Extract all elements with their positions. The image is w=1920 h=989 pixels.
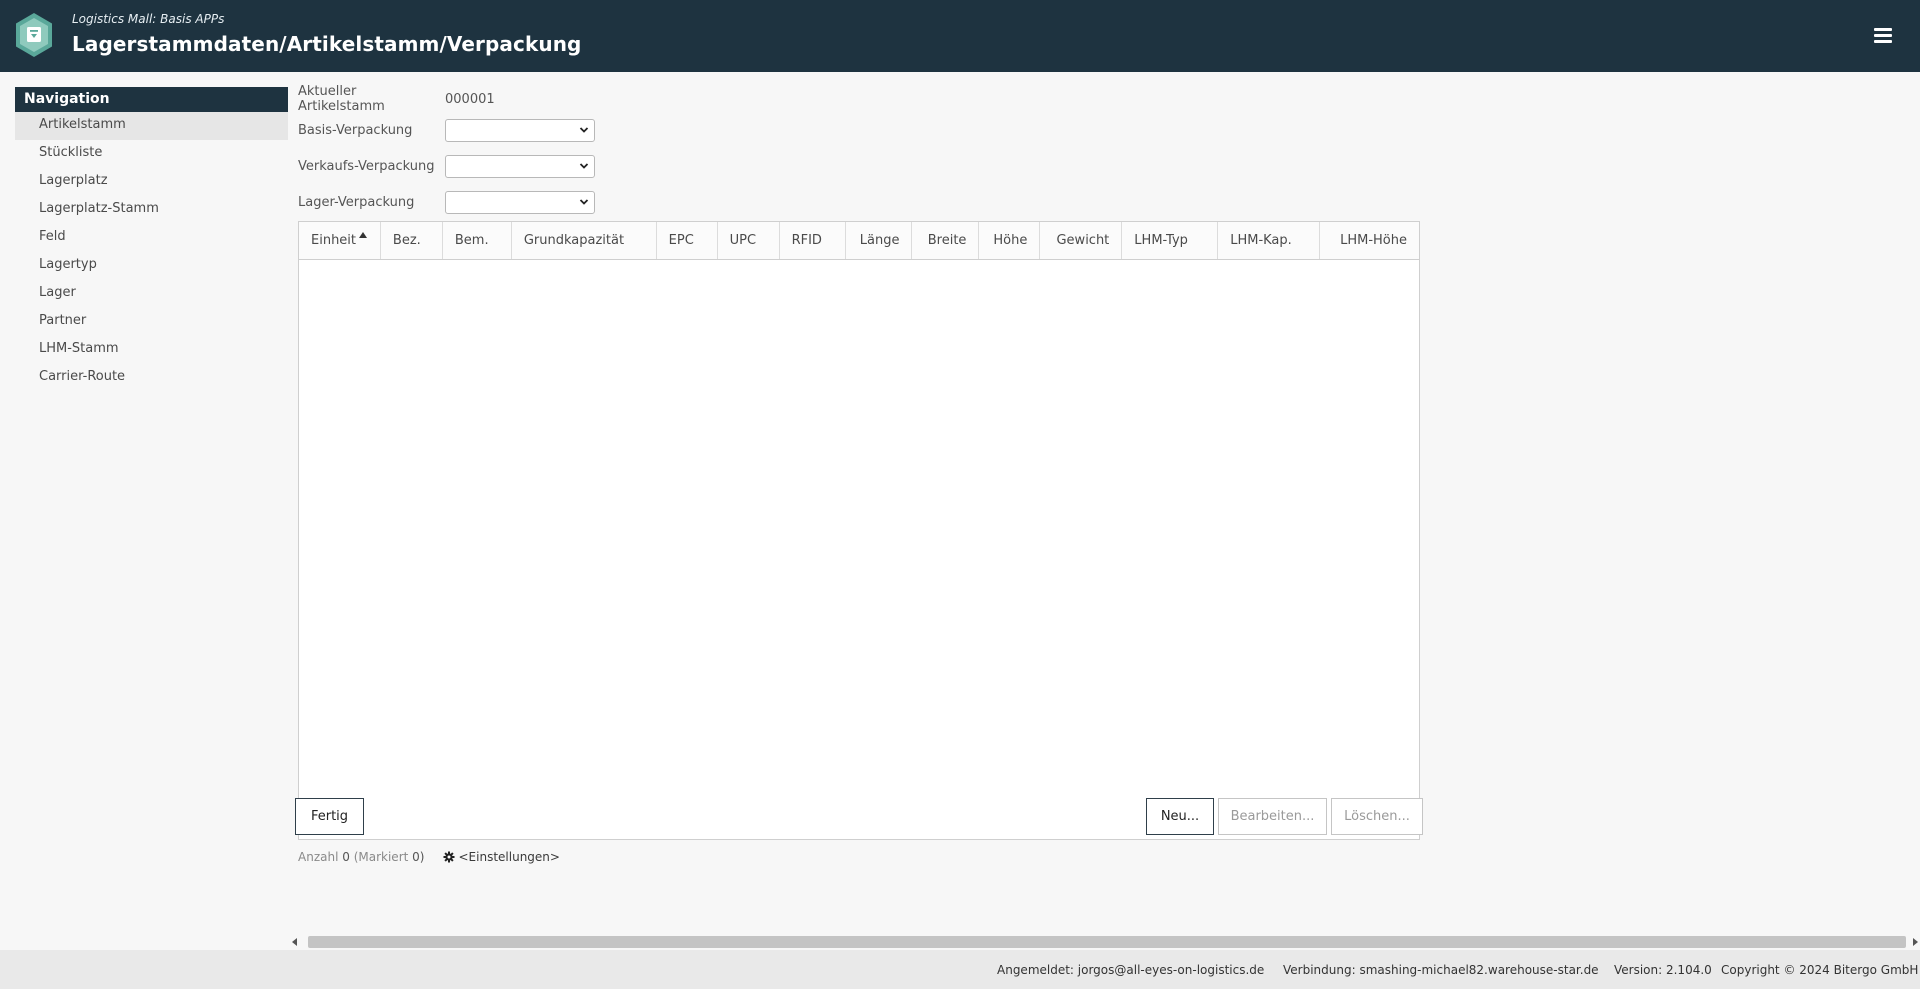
sidebar-item-lhm-stamm[interactable]: LHM-Stamm: [15, 336, 288, 364]
column-header-breite[interactable]: Breite: [912, 222, 980, 259]
horizontal-scrollbar[interactable]: [290, 935, 1920, 949]
column-header-upc[interactable]: UPC: [718, 222, 780, 259]
storage-packaging-label: Lager-Verpackung: [298, 194, 415, 210]
chevron-down-icon: [579, 126, 589, 133]
storage-packaging-select[interactable]: [445, 190, 595, 214]
hexagon-logo-icon: [16, 13, 52, 57]
current-article-label: Aktueller Artikelstamm: [298, 84, 385, 114]
gear-icon: [443, 851, 454, 863]
marked-label: (Markiert: [353, 850, 409, 864]
column-header-bem[interactable]: Bem.: [443, 222, 512, 259]
sidebar-item-lagerplatz[interactable]: Lagerplatz: [15, 168, 288, 196]
sidebar-item-carrier-route[interactable]: Carrier-Route: [15, 364, 288, 392]
column-header-lhm-typ[interactable]: LHM-Typ: [1122, 222, 1219, 259]
storage-packaging-row: Lager-Verpackung: [298, 190, 595, 214]
basis-packaging-label: Basis-Verpackung: [298, 122, 413, 138]
status-user: Angemeldet: jorgos@all-eyes-on-logistics…: [997, 963, 1265, 977]
sidebar-item-partner[interactable]: Partner: [15, 308, 288, 336]
column-header-lhm-kap[interactable]: LHM-Kap.: [1218, 222, 1321, 259]
sales-packaging-label: Verkaufs-Verpackung: [298, 158, 435, 174]
sidebar-item-stueckliste[interactable]: Stückliste: [15, 140, 288, 168]
count-label: Anzahl: [298, 850, 339, 864]
sidebar-item-lagerplatz-stamm[interactable]: Lagerplatz-Stamm: [15, 196, 288, 224]
delete-button[interactable]: Löschen...: [1331, 798, 1423, 835]
page-title: Lagerstammdaten/Artikelstamm/Verpackung: [72, 32, 582, 56]
current-article-value: 000001: [445, 91, 495, 107]
chevron-down-icon: [579, 198, 589, 205]
chevron-down-icon: [579, 162, 589, 169]
new-button[interactable]: Neu...: [1146, 798, 1214, 835]
edit-button[interactable]: Bearbeiten...: [1218, 798, 1327, 835]
sidebar-item-lager[interactable]: Lager: [15, 280, 288, 308]
packaging-table: Einheit Bez. Bem. Grundkapazität EPC UPC…: [298, 221, 1420, 840]
column-header-einheit[interactable]: Einheit: [299, 222, 381, 259]
count-value: 0: [342, 850, 350, 864]
sidebar-item-feld[interactable]: Feld: [15, 224, 288, 252]
settings-label: <Einstellungen>: [458, 850, 560, 864]
sort-ascending-icon: [359, 232, 368, 238]
column-header-lhm-hoehe[interactable]: LHM-Höhe: [1320, 222, 1419, 259]
sidebar-item-artikelstamm[interactable]: Artikelstamm: [15, 112, 288, 140]
table-summary: Anzahl 0 (Markiert 0) <Einstellungen>: [298, 849, 560, 865]
status-connection: Verbindung: smashing-michael82.warehouse…: [1283, 963, 1599, 977]
status-copyright: Copyright © 2024 Bitergo GmbH: [1721, 963, 1919, 977]
column-header-hoehe[interactable]: Höhe: [979, 222, 1041, 259]
sales-packaging-row: Verkaufs-Verpackung: [298, 154, 595, 178]
scrollbar-thumb[interactable]: [308, 936, 1906, 948]
column-header-bez[interactable]: Bez.: [381, 222, 443, 259]
sidebar-item-lagertyp[interactable]: Lagertyp: [15, 252, 288, 280]
settings-link[interactable]: <Einstellungen>: [443, 850, 560, 864]
scroll-right-icon[interactable]: [1913, 938, 1918, 946]
fertig-button[interactable]: Fertig: [295, 798, 364, 835]
status-bar: Angemeldet: jorgos@all-eyes-on-logistics…: [0, 950, 1920, 989]
sales-packaging-select[interactable]: [445, 154, 595, 178]
column-header-gewicht[interactable]: Gewicht: [1040, 222, 1123, 259]
current-article-row: Aktueller Artikelstamm 000001: [298, 84, 495, 114]
app-subtitle: Logistics Mall: Basis APPs: [72, 12, 225, 26]
column-header-laenge[interactable]: Länge: [846, 222, 913, 259]
table-header: Einheit Bez. Bem. Grundkapazität EPC UPC…: [299, 222, 1419, 260]
sidebar: Navigation Artikelstamm Stückliste Lager…: [15, 87, 288, 392]
column-header-epc[interactable]: EPC: [657, 222, 718, 259]
marked-value: 0): [412, 850, 425, 864]
column-header-grundkapazitaet[interactable]: Grundkapazität: [512, 222, 657, 259]
basis-packaging-select[interactable]: [445, 118, 595, 142]
column-header-rfid[interactable]: RFID: [780, 222, 846, 259]
app-header: Logistics Mall: Basis APPs Lagerstammdat…: [0, 0, 1920, 72]
status-version: Version: 2.104.0: [1614, 963, 1712, 977]
basis-packaging-row: Basis-Verpackung: [298, 118, 595, 142]
nav-header: Navigation: [15, 87, 288, 112]
scroll-left-icon[interactable]: [292, 938, 297, 946]
hamburger-menu-icon[interactable]: [1874, 28, 1892, 44]
